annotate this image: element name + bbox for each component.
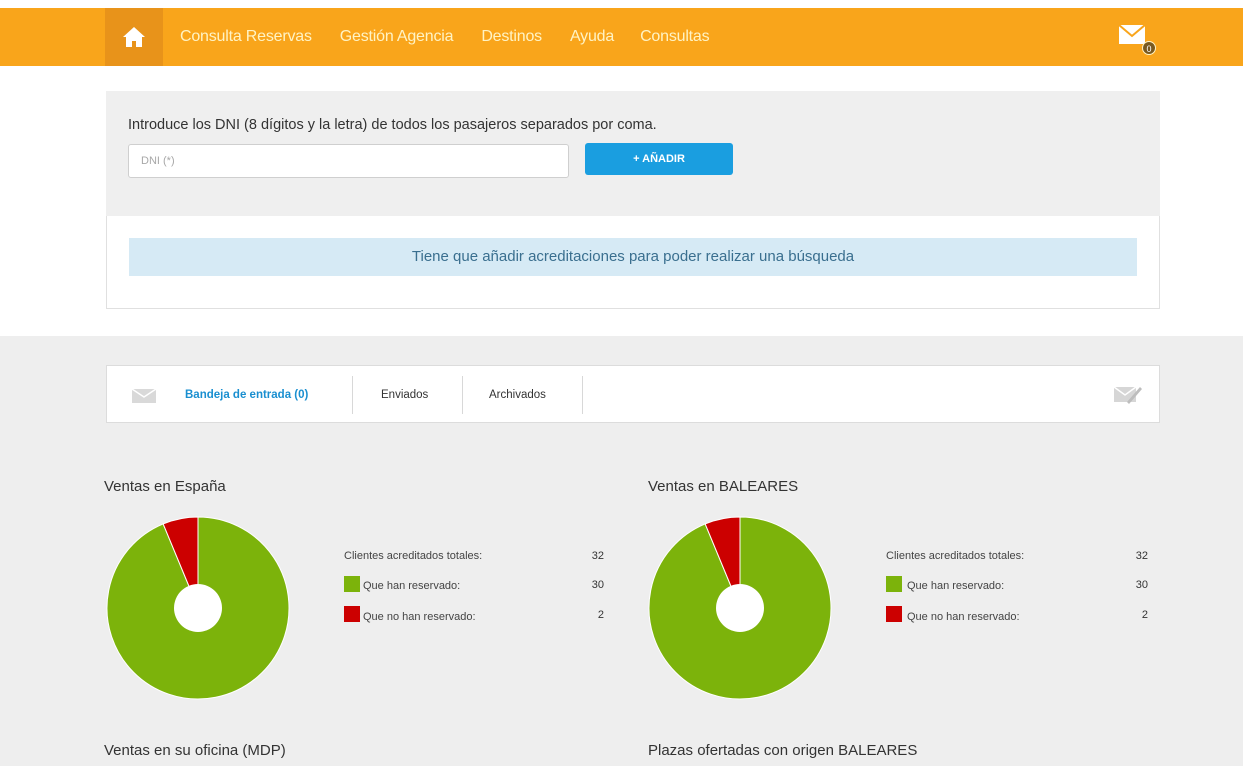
legend-total-value: 32 <box>1135 550 1148 562</box>
legend-swatch-not-reserved <box>344 606 360 622</box>
legend-reserved-label: Que han reservado: <box>363 580 461 592</box>
legend-swatch-reserved <box>886 576 902 592</box>
legend-swatch-not-reserved <box>886 606 902 622</box>
mail-button[interactable]: 0 <box>1118 22 1160 58</box>
nav-consultas[interactable]: Consultas <box>640 28 710 46</box>
legend-not-reserved-value: 2 <box>597 609 604 621</box>
legend-total-value: 32 <box>591 550 604 562</box>
top-navbar: Consulta Reservas Gestión Agencia Destin… <box>0 8 1243 66</box>
legend-not-reserved-label: Que no han reservado: <box>907 611 1020 623</box>
nav-consulta-reservas[interactable]: Consulta Reservas <box>180 28 312 46</box>
nav-destinos[interactable]: Destinos <box>481 28 542 46</box>
legend-total-label: Clientes acreditados totales: <box>886 550 1025 562</box>
legend-not-reserved-value: 2 <box>1141 609 1148 621</box>
section-title-oficina: Ventas en su oficina (MDP) <box>104 742 286 759</box>
dni-input[interactable] <box>128 144 569 178</box>
tab-inbox[interactable]: Bandeja de entrada (0) <box>185 376 308 414</box>
nav-ayuda[interactable]: Ayuda <box>570 28 614 46</box>
tab-sent[interactable]: Enviados <box>381 376 428 414</box>
tab-divider <box>462 376 463 414</box>
legend-reserved-label: Que han reservado: <box>907 580 1005 592</box>
chart-title-espana: Ventas en España <box>104 478 226 495</box>
messages-tabs: Bandeja de entrada (0) Enviados Archivad… <box>106 365 1160 423</box>
chart-title-baleares: Ventas en BALEARES <box>648 478 799 495</box>
compose-message-icon[interactable] <box>1113 382 1143 406</box>
donut-hole <box>716 584 764 632</box>
dni-search-panel: Introduce los DNI (8 dígitos y la letra)… <box>106 91 1160 216</box>
section-title-plazas-ofertadas: Plazas ofertadas con origen BALEARES <box>648 742 918 759</box>
nav-links: Consulta Reservas Gestión Agencia Destin… <box>180 8 737 66</box>
pie-chart-espana <box>106 516 290 700</box>
notice-panel: Tiene que añadir acreditaciones para pod… <box>106 216 1160 309</box>
tab-divider <box>352 376 353 414</box>
legend-reserved-value: 30 <box>591 579 604 591</box>
home-button[interactable] <box>105 8 163 66</box>
pie-chart-baleares <box>648 516 832 700</box>
tab-divider <box>582 376 583 414</box>
legend-espana: Clientes acreditados totales: 32 Que han… <box>344 548 614 628</box>
legend-total-label: Clientes acreditados totales: <box>344 550 483 562</box>
donut-hole <box>174 584 222 632</box>
legend-not-reserved-label: Que no han reservado: <box>363 611 476 623</box>
mail-count-badge: 0 <box>1142 41 1156 55</box>
legend-baleares: Clientes acreditados totales: 32 Que han… <box>886 548 1156 628</box>
legend-swatch-reserved <box>344 576 360 592</box>
tab-archived[interactable]: Archivados <box>489 376 546 414</box>
legend-reserved-value: 30 <box>1135 579 1148 591</box>
add-button[interactable]: + AÑADIR <box>585 143 733 175</box>
search-notice: Tiene que añadir acreditaciones para pod… <box>129 238 1137 276</box>
search-instructions: Introduce los DNI (8 dígitos y la letra)… <box>128 117 657 133</box>
nav-gestion-agencia[interactable]: Gestión Agencia <box>340 28 454 46</box>
home-icon <box>123 27 145 47</box>
dashboard-area: Bandeja de entrada (0) Enviados Archivad… <box>0 336 1243 766</box>
envelope-icon <box>131 388 157 403</box>
